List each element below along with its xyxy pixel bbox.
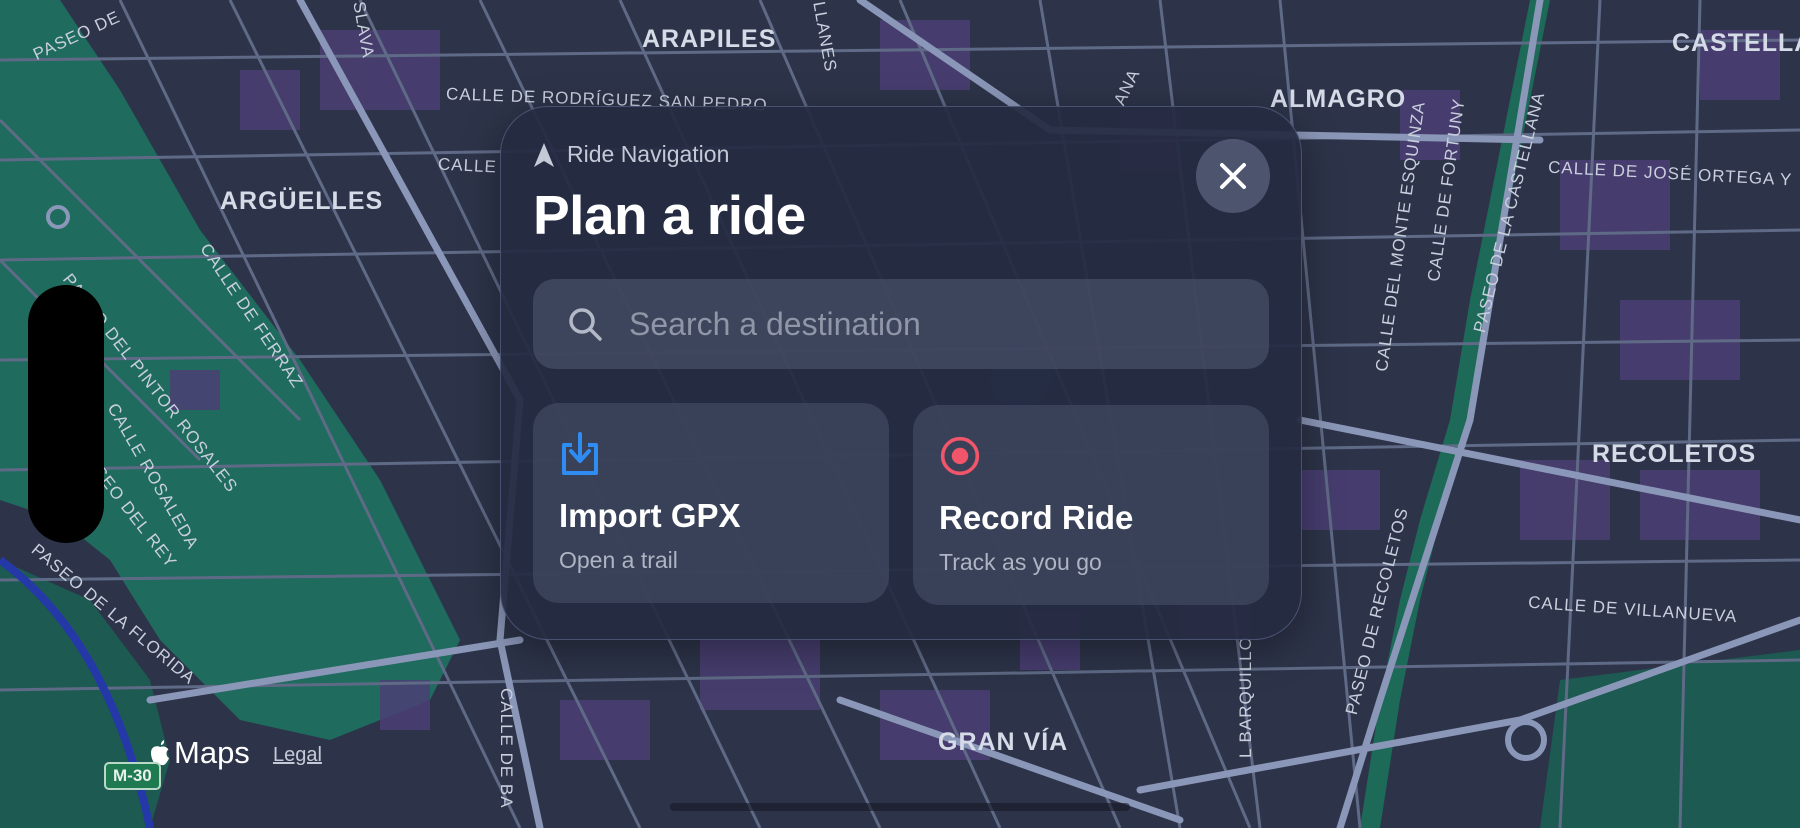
close-icon [1220, 163, 1246, 189]
legal-link[interactable]: Legal [273, 744, 322, 767]
district-label-almagro: ALMAGRO [1270, 85, 1407, 113]
street-label: CALLE [437, 154, 498, 177]
record-ride-subtitle: Track as you go [939, 549, 1102, 575]
apple-maps-logo: Maps [148, 735, 250, 771]
record-icon [940, 436, 980, 476]
search-placeholder: Search a destination [629, 305, 921, 342]
record-ride-button[interactable]: Record Ride Track as you go [913, 405, 1269, 605]
close-button[interactable] [1196, 139, 1270, 213]
road-shield-m30: M-30 [104, 762, 161, 790]
district-label-arapiles: ARAPILES [642, 25, 777, 53]
record-ride-title: Record Ride [939, 499, 1134, 536]
page-title: Plan a ride [533, 184, 806, 246]
district-label-recoletos: RECOLETOS [1592, 440, 1757, 468]
panel-subtitle: Ride Navigation [567, 141, 730, 167]
import-gpx-button[interactable]: Import GPX Open a trail [533, 403, 889, 603]
home-indicator[interactable] [670, 803, 1130, 811]
device-notch [28, 285, 104, 543]
panel-header: Ride Navigation [533, 141, 729, 168]
import-icon [562, 432, 598, 475]
street-label: L BARQUILLO [1236, 636, 1255, 758]
import-gpx-title: Import GPX [559, 497, 741, 534]
district-label-arguelles: ARGÜELLES [220, 187, 384, 215]
plan-ride-panel: Ride Navigation Plan a ride Search a des… [500, 106, 1302, 640]
district-label-gran-via: GRAN VÍA [938, 728, 1069, 756]
district-label-castellana: CASTELLAN [1672, 29, 1800, 57]
navigation-arrow-icon [534, 142, 554, 167]
search-icon [569, 308, 602, 341]
street-label: CALLE DE BA [497, 688, 516, 809]
import-gpx-subtitle: Open a trail [559, 547, 678, 573]
search-input[interactable]: Search a destination [533, 279, 1269, 369]
maps-label: Maps [174, 735, 250, 770]
